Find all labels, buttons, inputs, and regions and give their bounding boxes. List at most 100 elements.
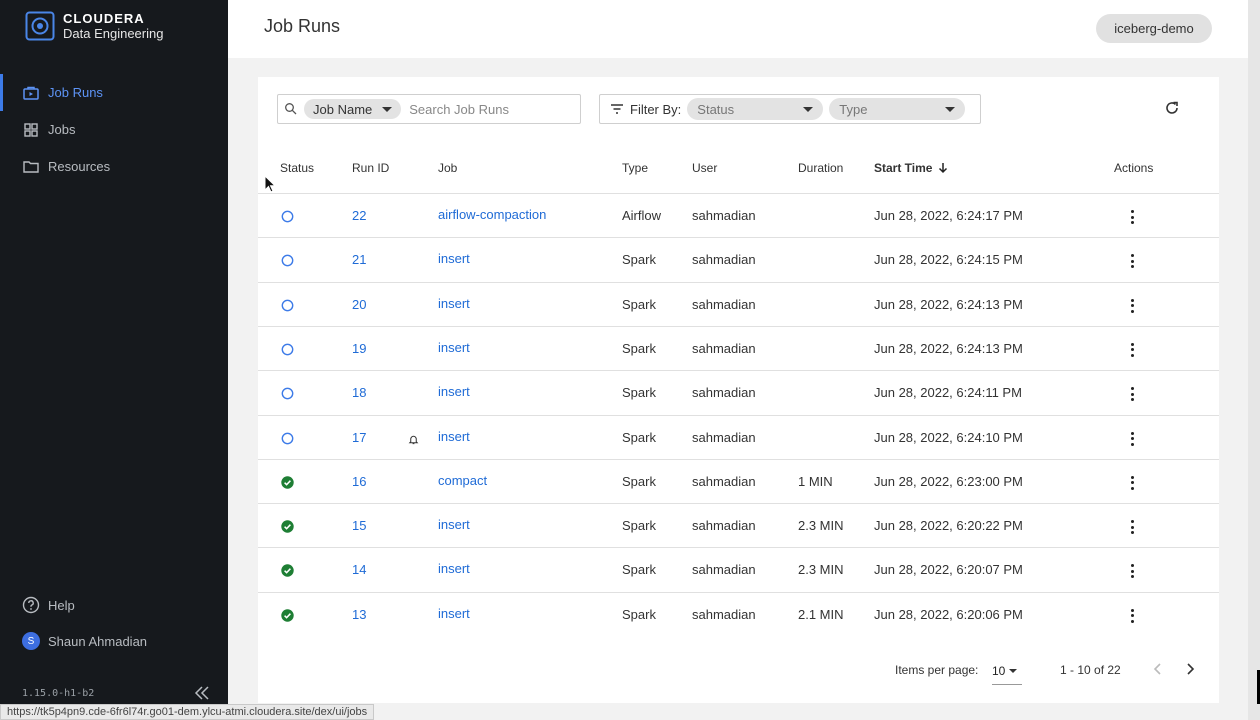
column-start-time[interactable]: Start Time — [874, 161, 949, 175]
row-actions-menu-icon[interactable] — [1126, 431, 1138, 447]
column-type[interactable]: Type — [622, 161, 648, 175]
job-type: Spark — [622, 562, 656, 578]
job-name-link[interactable]: insert — [438, 429, 470, 444]
status-filter-select[interactable]: Status — [687, 98, 824, 120]
mouse-cursor-icon — [264, 175, 276, 193]
job-name-link[interactable]: insert — [438, 384, 470, 399]
table-row[interactable]: 18 insert Spark sahmadian Jun 28, 2022, 6:24… — [258, 370, 1219, 414]
run-id-link[interactable]: 19 — [352, 341, 366, 356]
table-row[interactable]: 16 compact Spark sahmadian 1 MIN Jun 28, 2022… — [258, 458, 1219, 503]
job-type: Airflow — [622, 208, 662, 223]
window-edge — [1248, 0, 1260, 720]
table-row[interactable]: 22 airflow-compaction Airflow sahmadian Jun … — [258, 193, 1219, 237]
brand-logo[interactable]: CLOUDERA Data Engineering — [25, 11, 163, 41]
table-row[interactable]: 14 insert Spark sahmadian 2.3 MIN Jun 28, 202… — [258, 547, 1219, 591]
duration-cell: 1 MIN — [798, 473, 833, 489]
search-field-selector[interactable]: Job Name — [304, 99, 402, 119]
collapse-sidebar-button[interactable] — [193, 685, 211, 706]
job-name-link[interactable]: compact — [438, 473, 487, 488]
caret-down-icon — [382, 106, 393, 112]
run-id-link[interactable]: 22 — [352, 208, 366, 223]
column-start-time-label: Start Time — [874, 161, 933, 175]
row-actions-menu-icon[interactable] — [1126, 342, 1138, 358]
start-time-cell: Jun 28, 2022, 6:24:15 PM — [874, 252, 1023, 268]
sidebar-item-job-runs[interactable]: Job Runs — [0, 74, 228, 111]
grid-icon — [22, 121, 40, 139]
help-link[interactable]: Help — [22, 596, 75, 614]
duration-cell: 2.3 MIN — [798, 518, 844, 534]
job-type: Spark — [622, 429, 656, 445]
sidebar-item-resources[interactable]: Resources — [0, 148, 228, 185]
filter-icon — [611, 104, 623, 114]
user-name-cell: sahmadian — [692, 429, 756, 445]
type-filter-placeholder: Type — [839, 101, 868, 117]
table-row[interactable]: 19 insert Spark sahmadian Jun 28, 2022, 6:24… — [258, 325, 1219, 370]
check-circle-icon — [281, 520, 294, 533]
table-row[interactable]: 21 insert Spark sahmadian Jun 28, 2022, 6:24… — [258, 237, 1219, 281]
start-time-cell: Jun 28, 2022, 6:20:07 PM — [874, 562, 1023, 578]
table-row[interactable]: 13 insert Spark sahmadian 2.1 MIN Jun 28, 202… — [258, 591, 1219, 636]
bell-icon[interactable] — [408, 432, 419, 450]
chevron-right-icon — [1187, 663, 1195, 675]
filter-box: Filter By: Status Type — [599, 94, 981, 124]
sidebar-item-jobs[interactable]: Jobs — [0, 111, 228, 148]
sidebar-nav: Job Runs Jobs Resources — [0, 74, 228, 185]
row-actions-menu-icon[interactable] — [1126, 209, 1138, 225]
running-status-icon — [281, 343, 294, 356]
search-input[interactable] — [407, 100, 568, 118]
items-per-page-label: Items per page: — [895, 663, 979, 677]
run-id-link[interactable]: 21 — [352, 252, 366, 267]
chevron-left-icon — [1153, 663, 1161, 675]
items-per-page-select[interactable]: 10 — [992, 657, 1022, 685]
version-label: 1.15.0-h1-b2 — [22, 688, 95, 699]
cloudera-logo-icon — [25, 11, 55, 41]
row-actions-menu-icon[interactable] — [1126, 475, 1138, 491]
start-time-cell: Jun 28, 2022, 6:24:13 PM — [874, 296, 1023, 312]
row-actions-menu-icon[interactable] — [1126, 608, 1138, 624]
table-row[interactable]: 17 insert Spark sahmadian Jun 28, 2022, 6:24… — [258, 414, 1219, 459]
column-user[interactable]: User — [692, 161, 717, 175]
run-id-link[interactable]: 18 — [352, 385, 366, 400]
column-run-id[interactable]: Run ID — [352, 161, 389, 175]
table-row[interactable]: 20 insert Spark sahmadian Jun 28, 2022, 6:24… — [258, 281, 1219, 326]
job-type: Spark — [622, 252, 656, 268]
row-actions-menu-icon[interactable] — [1126, 386, 1138, 402]
sort-descending-icon — [939, 163, 948, 174]
job-name-link[interactable]: insert — [438, 251, 470, 266]
start-time-cell: Jun 28, 2022, 6:24:13 PM — [874, 340, 1023, 356]
next-page-button[interactable] — [1185, 662, 1195, 681]
run-id-link[interactable]: 14 — [352, 562, 366, 577]
environment-selector[interactable]: iceberg-demo — [1096, 14, 1212, 43]
run-id-link[interactable]: 20 — [352, 297, 366, 312]
job-name-link[interactable]: insert — [438, 340, 470, 355]
sidebar-item-label: Resources — [48, 159, 111, 174]
start-time-cell: Jun 28, 2022, 6:24:17 PM — [874, 208, 1023, 223]
run-id-link[interactable]: 17 — [352, 430, 366, 445]
user-name-cell: sahmadian — [692, 606, 756, 622]
run-id-link[interactable]: 16 — [352, 474, 366, 489]
search-field-label: Job Name — [313, 101, 373, 117]
run-id-link[interactable]: 15 — [352, 518, 366, 533]
page-title: Job Runs — [264, 16, 341, 36]
row-actions-menu-icon[interactable] — [1126, 253, 1138, 269]
table-row[interactable]: 15 insert Spark sahmadian 2.3 MIN Jun 28, 202… — [258, 503, 1219, 547]
row-actions-menu-icon[interactable] — [1126, 519, 1138, 535]
column-duration[interactable]: Duration — [798, 161, 843, 175]
duration-cell: 2.3 MIN — [798, 562, 844, 578]
row-actions-menu-icon[interactable] — [1126, 298, 1138, 314]
job-name-link[interactable]: insert — [438, 561, 470, 576]
column-status[interactable]: Status — [280, 161, 314, 175]
refresh-button[interactable] — [1164, 100, 1180, 121]
column-job[interactable]: Job — [438, 161, 457, 175]
row-actions-menu-icon[interactable] — [1126, 563, 1138, 579]
job-name-link[interactable]: insert — [438, 296, 470, 311]
job-name-link[interactable]: airflow-compaction — [438, 207, 546, 222]
user-name-cell: sahmadian — [692, 208, 756, 223]
type-filter-select[interactable]: Type — [829, 98, 966, 120]
job-name-link[interactable]: insert — [438, 517, 470, 532]
user-menu[interactable]: S Shaun Ahmadian — [22, 632, 147, 650]
brand-subtitle: Data Engineering — [63, 26, 164, 41]
run-id-link[interactable]: 13 — [352, 607, 366, 622]
job-name-link[interactable]: insert — [438, 606, 470, 621]
previous-page-button[interactable] — [1153, 662, 1163, 681]
